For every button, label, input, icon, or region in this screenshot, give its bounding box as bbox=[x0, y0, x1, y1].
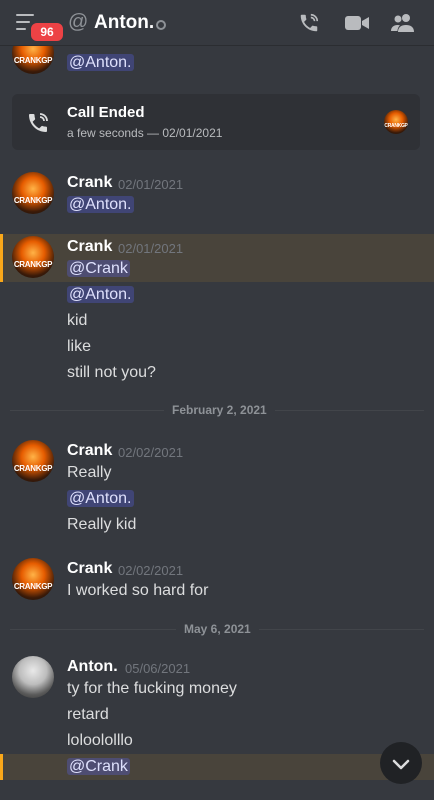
phone-ended-icon bbox=[29, 113, 48, 132]
message-timestamp: 05/06/2021 bbox=[125, 661, 191, 676]
avatar-label: CRANKGP bbox=[13, 196, 53, 205]
date-divider-label: February 2, 2021 bbox=[164, 403, 275, 417]
chevron-down-icon bbox=[392, 759, 410, 770]
message-line: @Crank bbox=[67, 260, 130, 278]
members-icon[interactable] bbox=[390, 12, 416, 34]
avatar[interactable]: CRANKGP bbox=[12, 440, 54, 482]
message-line: kid bbox=[67, 312, 88, 329]
avatar-label: CRANKGP bbox=[384, 123, 408, 129]
message-line: I worked so hard for bbox=[67, 582, 209, 599]
message-line: still not you? bbox=[67, 364, 156, 381]
mention-highlight bbox=[0, 754, 434, 780]
mention[interactable]: @Anton. bbox=[67, 490, 134, 507]
jump-to-bottom-button[interactable] bbox=[380, 742, 422, 784]
unread-badge: 96 bbox=[28, 20, 66, 44]
mention[interactable]: @Anton. bbox=[67, 54, 134, 71]
call-participant-avatar: CRANKGP bbox=[384, 110, 408, 134]
avatar-label: CRANKGP bbox=[13, 56, 53, 65]
message-line: @Anton. bbox=[67, 286, 134, 304]
message-line: @Anton. bbox=[67, 196, 134, 214]
avatar-label: CRANKGP bbox=[13, 464, 53, 473]
message-author[interactable]: Anton. bbox=[67, 658, 118, 676]
call-ended-card: Call Ended a few seconds — 02/01/2021 CR… bbox=[12, 94, 420, 150]
call-title: Call Ended bbox=[67, 104, 145, 121]
message-author[interactable]: Crank bbox=[67, 560, 112, 578]
video-icon[interactable] bbox=[344, 12, 370, 34]
message-line: retard bbox=[67, 706, 109, 723]
message-line: loloololllo bbox=[67, 732, 133, 749]
avatar-label: CRANKGP bbox=[13, 582, 53, 591]
avatar[interactable]: CRANKGP bbox=[12, 172, 54, 214]
message-timestamp: 02/01/2021 bbox=[118, 241, 184, 256]
message-line: @Anton. bbox=[67, 54, 134, 72]
message-author[interactable]: Crank bbox=[67, 442, 112, 460]
avatar[interactable]: CRANKGP bbox=[12, 558, 54, 600]
message-line: @Crank bbox=[67, 758, 130, 776]
message-author[interactable]: Crank bbox=[67, 238, 112, 256]
message-line: like bbox=[67, 338, 92, 355]
message-author[interactable]: Crank bbox=[67, 174, 112, 192]
mention[interactable]: @Crank bbox=[67, 758, 130, 775]
message-line: Really bbox=[67, 464, 112, 481]
message-timestamp: 02/02/2021 bbox=[118, 563, 184, 578]
mention-highlight-bar bbox=[0, 754, 3, 780]
avatar-label: CRANKGP bbox=[13, 260, 53, 269]
mention-highlight-bar bbox=[0, 234, 3, 282]
mention[interactable]: @Anton. bbox=[67, 196, 134, 213]
message-line: @Anton. bbox=[67, 490, 134, 508]
message-timestamp: 02/02/2021 bbox=[118, 445, 184, 460]
at-icon: @ bbox=[68, 11, 89, 33]
status-offline-icon bbox=[156, 20, 166, 30]
mention[interactable]: @Crank bbox=[67, 260, 130, 277]
mention[interactable]: @Anton. bbox=[67, 286, 134, 303]
message-timestamp: 02/01/2021 bbox=[118, 177, 184, 192]
message-line: ty for the fucking money bbox=[67, 680, 237, 697]
message-list[interactable]: CRANKGP @Anton. Call Ended a few seconds… bbox=[0, 46, 434, 800]
phone-icon[interactable] bbox=[298, 12, 320, 34]
channel-header: 96 @ Anton. bbox=[0, 0, 434, 46]
page-title[interactable]: Anton. bbox=[94, 12, 154, 34]
avatar[interactable] bbox=[12, 656, 54, 698]
avatar[interactable]: CRANKGP bbox=[12, 236, 54, 278]
message-line: Really kid bbox=[67, 516, 137, 533]
date-divider-label: May 6, 2021 bbox=[176, 622, 259, 636]
mention-highlight bbox=[0, 234, 434, 282]
call-subtitle: a few seconds — 02/01/2021 bbox=[67, 126, 223, 140]
avatar[interactable]: CRANKGP bbox=[12, 46, 54, 74]
